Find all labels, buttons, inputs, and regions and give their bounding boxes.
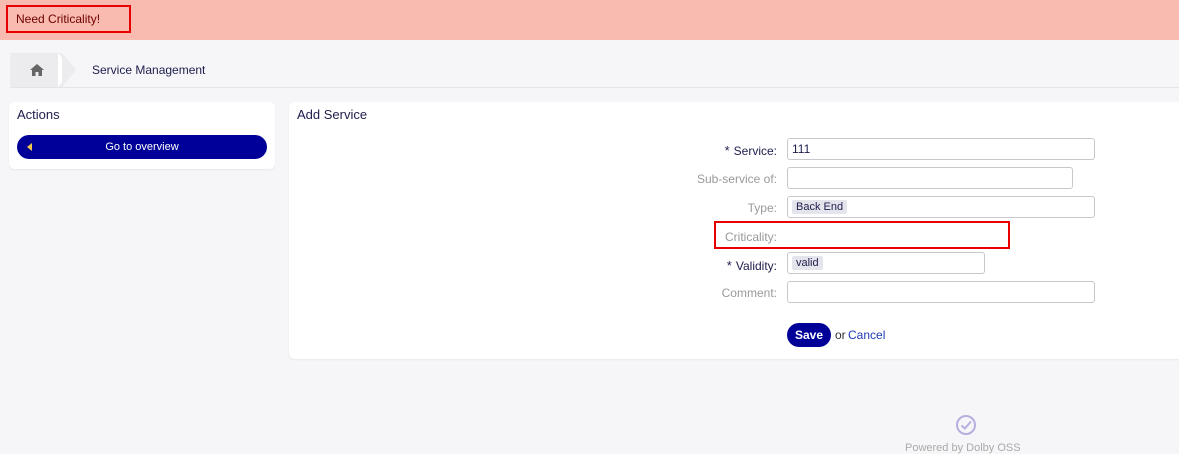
- footer-text: Powered by Dolby OSS: [905, 442, 1021, 454]
- comment-input[interactable]: [787, 281, 1095, 303]
- save-button[interactable]: Save: [787, 323, 831, 347]
- required-marker: *: [726, 258, 732, 273]
- sub-service-select[interactable]: [787, 167, 1073, 189]
- add-service-title: Add Service: [297, 107, 368, 122]
- caret-left-icon: [27, 143, 32, 151]
- validity-selected-value: valid: [792, 256, 823, 270]
- breadcrumb-arrow: [62, 53, 76, 87]
- service-label: * Service:: [724, 143, 777, 158]
- actions-title: Actions: [17, 107, 60, 122]
- or-text: or: [835, 328, 846, 342]
- check-circle-icon: [956, 415, 976, 435]
- home-icon: [30, 64, 44, 76]
- error-message: Need Criticality!: [6, 5, 131, 33]
- validity-select[interactable]: valid: [787, 252, 985, 274]
- actions-panel: Actions Go to overview: [9, 102, 275, 169]
- breadcrumb-home[interactable]: [10, 53, 62, 87]
- breadcrumb: Service Management: [10, 53, 1179, 88]
- type-label: Type:: [747, 201, 777, 215]
- validity-label: * Validity:: [726, 258, 777, 273]
- type-selected-value: Back End: [792, 200, 848, 214]
- type-select[interactable]: Back End: [787, 196, 1095, 218]
- comment-label: Comment:: [721, 286, 777, 300]
- notification-bar: Need Criticality!: [0, 0, 1179, 40]
- go-to-overview-button[interactable]: Go to overview: [17, 135, 267, 159]
- go-to-overview-label: Go to overview: [105, 141, 179, 153]
- criticality-label: Criticality:: [724, 230, 777, 244]
- required-marker: *: [724, 143, 730, 158]
- breadcrumb-current: Service Management: [92, 63, 206, 77]
- sub-service-label: Sub-service of:: [696, 172, 777, 186]
- cancel-link[interactable]: Cancel: [848, 328, 885, 342]
- add-service-panel: Add Service *Service: Sub-service of: Ty…: [289, 102, 1179, 359]
- service-input[interactable]: [787, 138, 1095, 160]
